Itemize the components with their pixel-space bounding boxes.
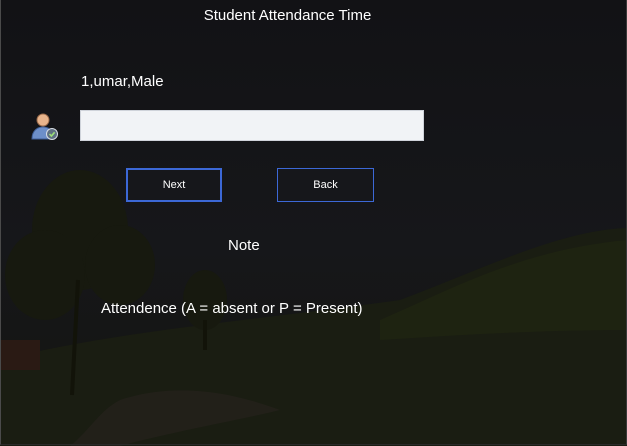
- note-text: Attendence (A = absent or P = Present): [101, 300, 363, 317]
- next-button[interactable]: Next: [126, 168, 222, 202]
- background-landscape: [0, 0, 627, 446]
- attendance-input[interactable]: [80, 110, 424, 141]
- student-info-label: 1,umar,Male: [81, 73, 164, 90]
- note-title: Note: [228, 237, 260, 254]
- page-title: Student Attendance Time: [203, 7, 372, 24]
- user-check-icon: [31, 113, 58, 140]
- back-button[interactable]: Back: [277, 168, 374, 202]
